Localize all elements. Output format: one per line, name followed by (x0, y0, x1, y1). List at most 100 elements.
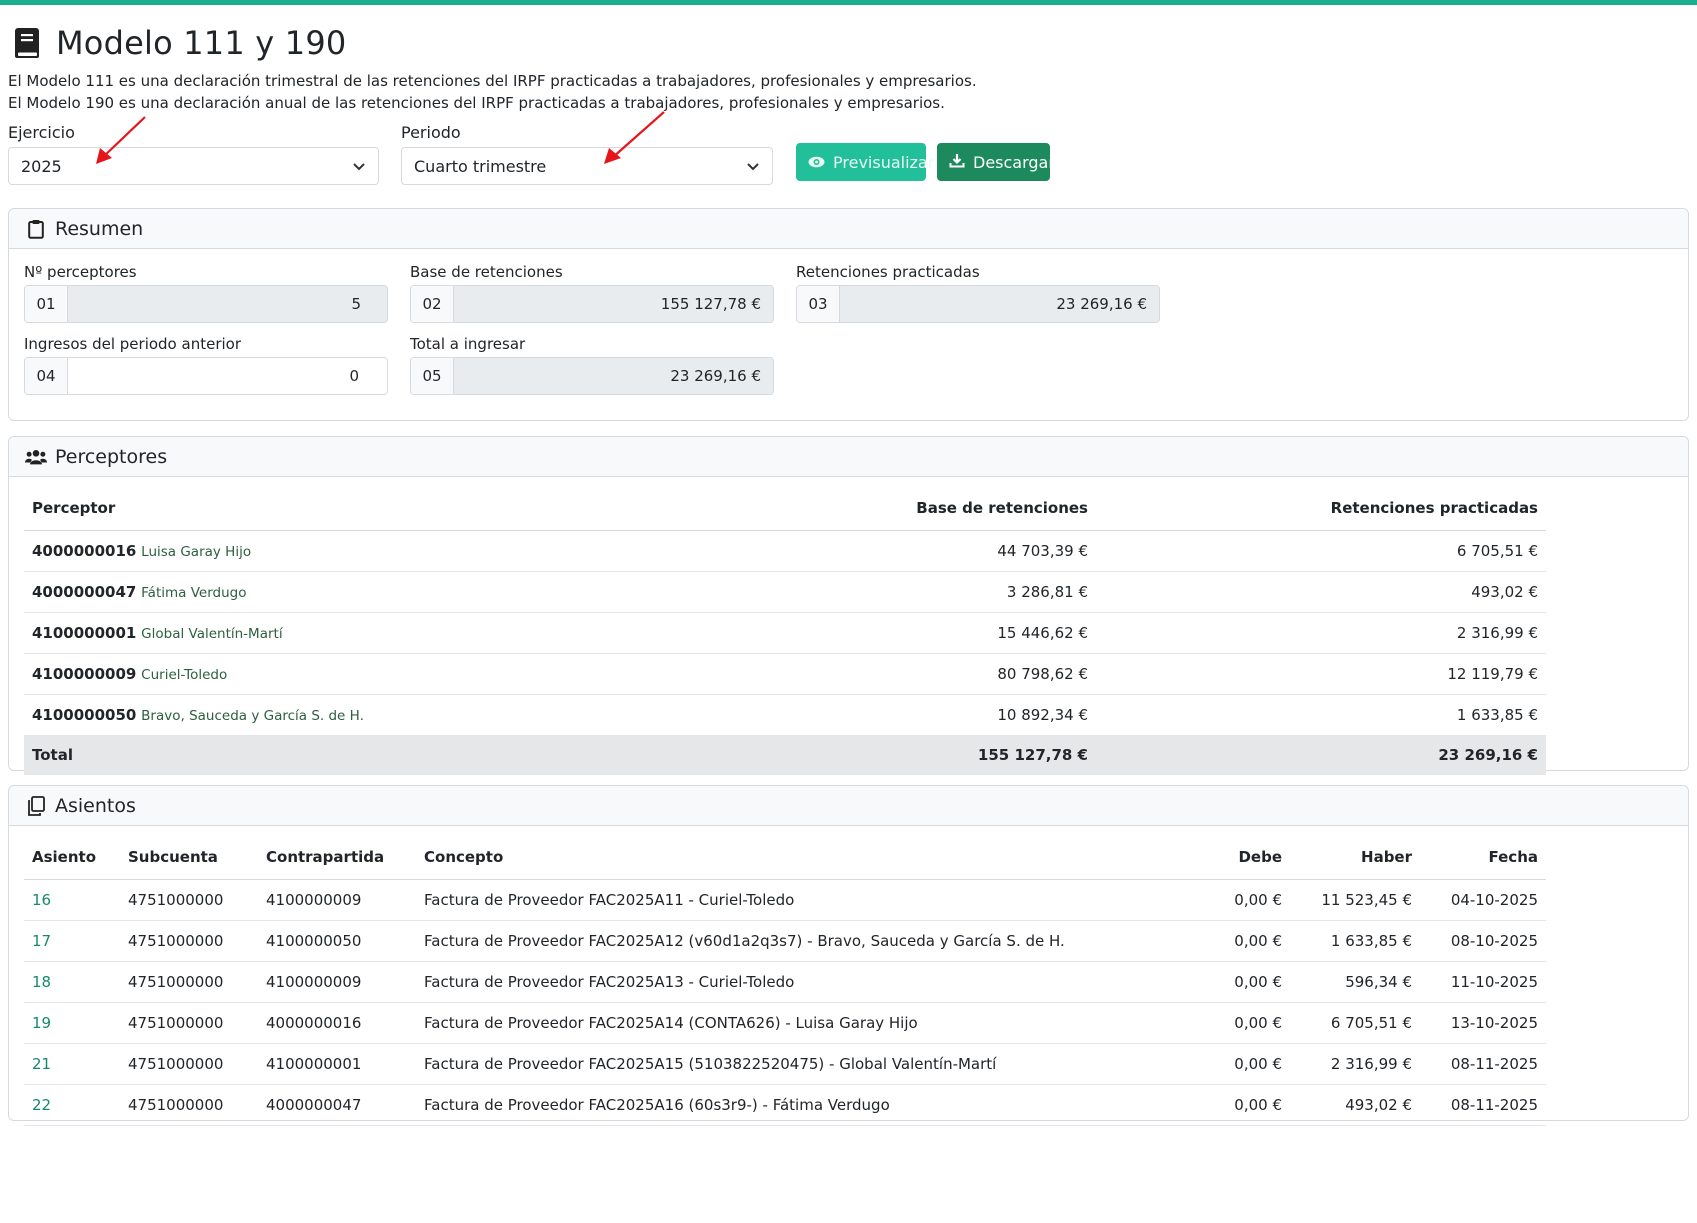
asiento-subcuenta: 4751000000 (120, 961, 258, 1003)
table-row: 4000000016 Luisa Garay Hijo 44 703,39 € … (24, 530, 1546, 572)
ejercicio-group: Ejercicio 2025 (8, 121, 379, 185)
asiento-link[interactable]: 17 (24, 920, 120, 962)
periodo-group: Periodo Cuarto trimestre (401, 121, 773, 185)
page: Modelo 111 y 190 El Modelo 111 es una de… (8, 5, 1689, 115)
total-label: Total (24, 735, 721, 775)
asiento-link[interactable]: 16 (24, 879, 120, 921)
table-header-row: Asiento Subcuenta Contrapartida Concepto… (24, 836, 1546, 880)
total-ret: 23 269,16 € (1096, 735, 1546, 775)
perceptor-name: Curiel-Toledo (141, 666, 228, 683)
asientos-header: Asientos (9, 786, 1688, 826)
col-perceptor: Perceptor (24, 487, 721, 531)
perceptor-ret: 2 316,99 € (1096, 612, 1546, 654)
table-row: 17 4751000000 4100000050 Factura de Prov… (24, 920, 1546, 962)
resumen-header: Resumen (9, 209, 1688, 249)
asiento-debe: 0,00 € (1180, 1084, 1290, 1126)
preview-button[interactable]: Previsualizar (796, 143, 934, 181)
table-row: 19 4751000000 4000000016 Factura de Prov… (24, 1002, 1546, 1044)
asiento-haber: 11 523,45 € (1290, 879, 1420, 921)
field-code: 01 (25, 286, 68, 322)
perceptor-code: 4100000050 (32, 705, 137, 724)
periodo-value: Cuarto trimestre (414, 156, 547, 176)
periodo-select[interactable]: Cuarto trimestre (401, 147, 773, 185)
perceptores-card: Perceptores Perceptor Base de retencione… (8, 436, 1689, 775)
col-subcuenta: Subcuenta (120, 836, 258, 880)
asiento-debe: 0,00 € (1180, 920, 1290, 962)
asiento-haber: 596,34 € (1290, 961, 1420, 1003)
page-header: Modelo 111 y 190 (8, 5, 1689, 67)
asiento-contrapartida: 4100000009 (258, 879, 416, 921)
asiento-debe: 0,00 € (1180, 961, 1290, 1003)
perceptor-base: 80 798,62 € (720, 653, 1096, 695)
perceptor-name: Fátima Verdugo (141, 584, 247, 601)
field-value: 23 269,16 € (454, 358, 773, 394)
field-label: Nº perceptores (24, 263, 137, 281)
asiento-subcuenta: 4751000000 (120, 920, 258, 962)
asiento-fecha: 08-10-2025 (1420, 920, 1546, 962)
resumen-title: Resumen (55, 217, 144, 240)
asiento-link[interactable]: 18 (24, 961, 120, 1003)
table-row: 4100000050 Bravo, Sauceda y García S. de… (24, 694, 1546, 736)
perceptor-base: 44 703,39 € (720, 530, 1096, 572)
table-row: 21 4751000000 4100000001 Factura de Prov… (24, 1043, 1546, 1085)
ejercicio-value: 2025 (21, 156, 62, 176)
asiento-contrapartida: 4000000047 (258, 1084, 416, 1126)
field-total-ingresar: Total a ingresar 05 23 269,16 € (410, 333, 774, 395)
asiento-concepto: Factura de Proveedor FAC2025A12 (v60d1a2… (416, 920, 1180, 962)
copy-icon (25, 795, 47, 817)
field-perceptores: Nº perceptores 01 5 (24, 261, 388, 323)
asiento-fecha: 08-11-2025 (1420, 1043, 1546, 1085)
field-input-group: 05 23 269,16 € (410, 357, 774, 395)
asiento-debe: 0,00 € (1180, 879, 1290, 921)
clipboard-icon (25, 218, 47, 240)
perceptores-title: Perceptores (55, 445, 168, 468)
asiento-link[interactable]: 22 (24, 1084, 120, 1126)
perceptor-code: 4000000016 (32, 541, 137, 560)
book-icon (14, 25, 44, 61)
field-value[interactable]: 0 (68, 358, 387, 394)
field-ingresos-anterior: Ingresos del periodo anterior 04 0 (24, 333, 388, 395)
download-icon (949, 153, 965, 172)
col-base: Base de retenciones (720, 487, 1096, 531)
perceptor-name: Bravo, Sauceda y García S. de H. (141, 707, 364, 724)
table-header-row: Perceptor Base de retenciones Retencione… (24, 487, 1546, 531)
description-line-1: El Modelo 111 es una declaración trimest… (8, 72, 977, 90)
asiento-concepto: Factura de Proveedor FAC2025A15 (5103822… (416, 1043, 1180, 1085)
preview-button-label: Previsualizar (833, 152, 935, 172)
table-row: 16 4751000000 4100000009 Factura de Prov… (24, 879, 1546, 921)
ejercicio-select[interactable]: 2025 (8, 147, 379, 185)
field-label: Retenciones practicadas (796, 263, 980, 281)
asiento-concepto: Factura de Proveedor FAC2025A11 - Curiel… (416, 879, 1180, 921)
field-input-group: 01 5 (24, 285, 388, 323)
asiento-link[interactable]: 21 (24, 1043, 120, 1085)
red-arrow-icon (604, 111, 665, 164)
asiento-haber: 2 316,99 € (1290, 1043, 1420, 1085)
asiento-contrapartida: 4100000009 (258, 961, 416, 1003)
table-row: 4000000047 Fátima Verdugo 3 286,81 € 493… (24, 571, 1546, 613)
asiento-contrapartida: 4000000016 (258, 1002, 416, 1044)
asiento-haber: 493,02 € (1290, 1084, 1420, 1126)
field-label: Total a ingresar (410, 335, 526, 353)
asiento-debe: 0,00 € (1180, 1002, 1290, 1044)
asiento-link[interactable]: 19 (24, 1002, 120, 1044)
asiento-fecha: 04-10-2025 (1420, 879, 1546, 921)
col-contrapartida: Contrapartida (258, 836, 416, 880)
table-row: 4100000001 Global Valentín-Martí 15 446,… (24, 612, 1546, 654)
perceptor-base: 3 286,81 € (720, 571, 1096, 613)
perceptor-ret: 1 633,85 € (1096, 694, 1546, 736)
field-base-retenciones: Base de retenciones 02 155 127,78 € (410, 261, 774, 323)
col-asiento: Asiento (24, 836, 120, 880)
chevron-down-icon (352, 157, 366, 176)
asiento-subcuenta: 4751000000 (120, 879, 258, 921)
perceptor-name: Global Valentín-Martí (141, 625, 283, 642)
perceptor-name: Luisa Garay Hijo (141, 543, 252, 560)
download-button[interactable]: Descargar (937, 143, 1055, 181)
ingresos-anterior-input[interactable]: 04 0 (24, 357, 388, 395)
eye-icon (808, 153, 825, 172)
asiento-haber: 6 705,51 € (1290, 1002, 1420, 1044)
asiento-concepto: Factura de Proveedor FAC2025A13 - Curiel… (416, 961, 1180, 1003)
download-button-label: Descargar (973, 152, 1055, 172)
field-value: 23 269,16 € (840, 286, 1159, 322)
resumen-card: Resumen Nº perceptores 01 5 Base de rete… (8, 208, 1689, 421)
perceptores-table: Perceptor Base de retenciones Retencione… (24, 487, 1546, 775)
